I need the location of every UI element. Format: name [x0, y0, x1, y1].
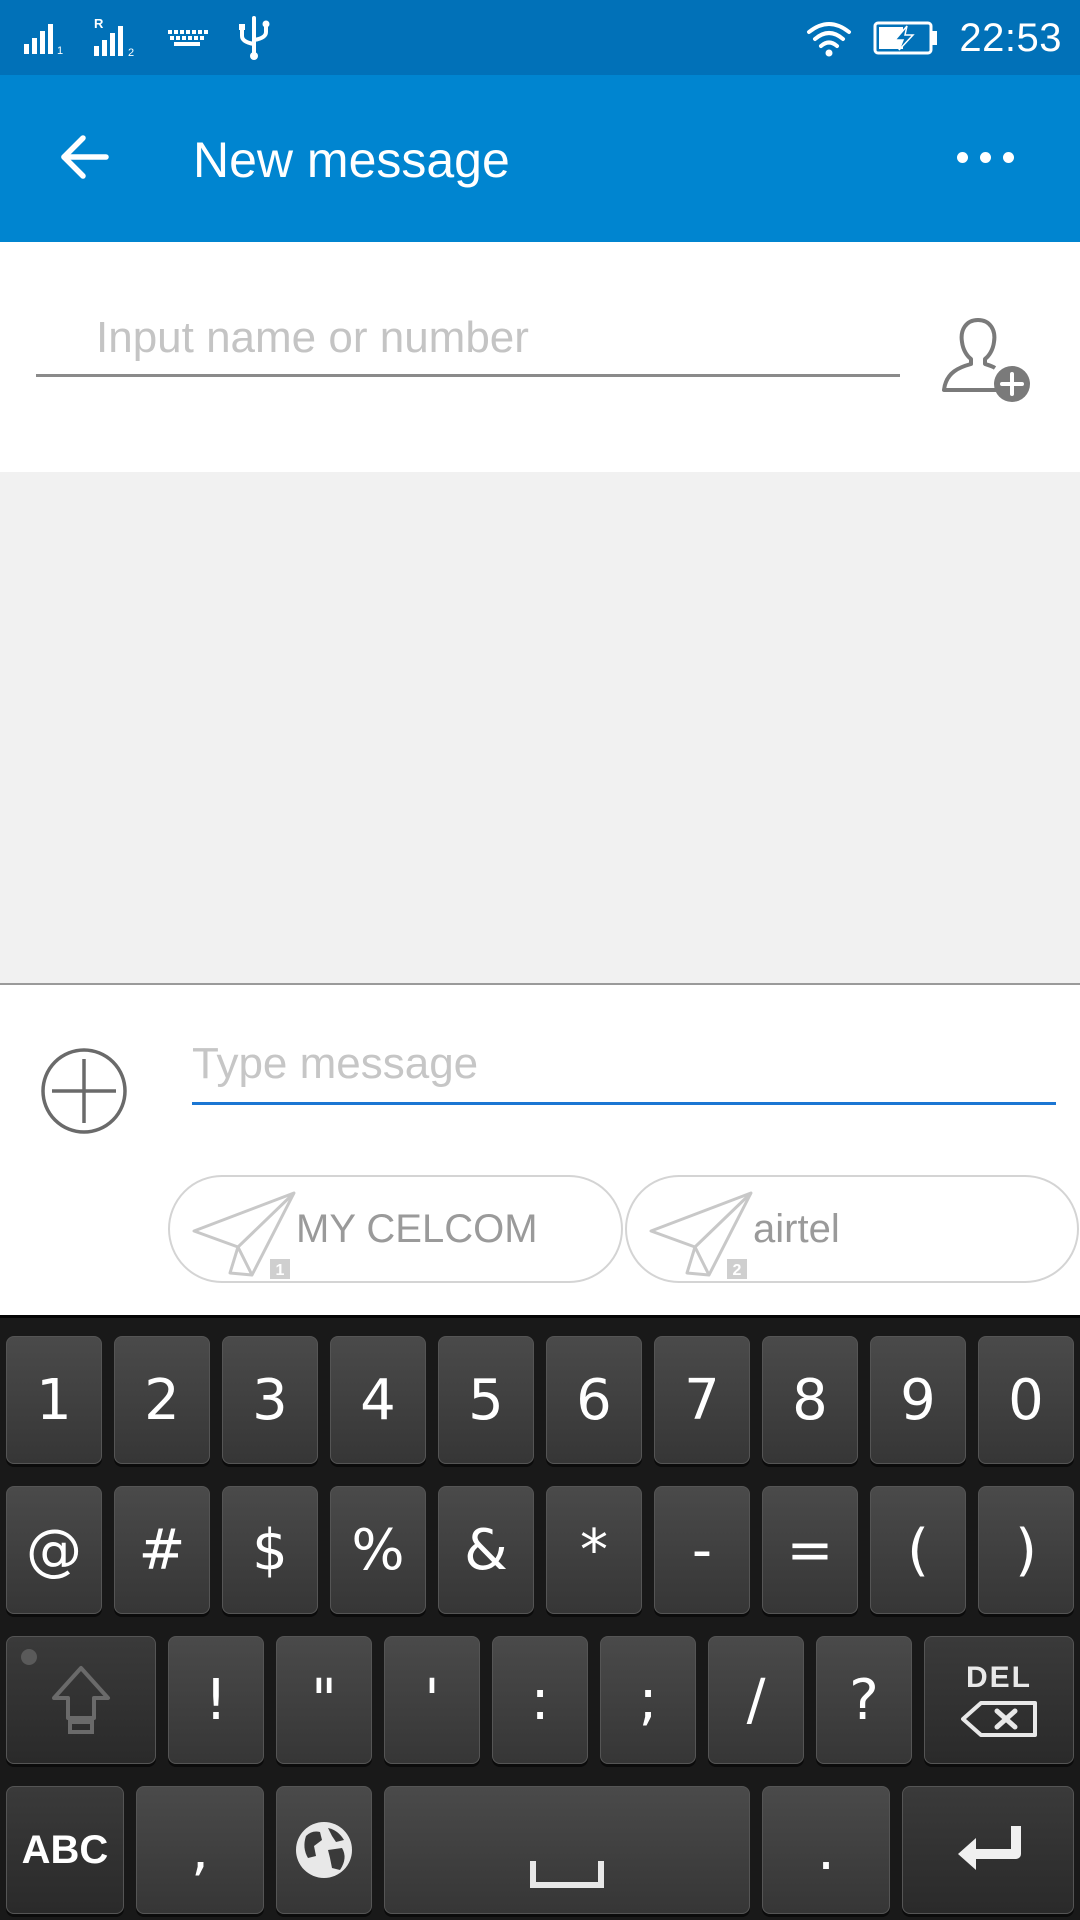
status-left-icons: 1 R 2	[22, 12, 272, 64]
new-message-screen: 1 R 2 22:53 New message Input name or nu…	[0, 0, 1080, 1920]
backspace-icon	[961, 1701, 1037, 1737]
delete-key[interactable]: DEL	[924, 1636, 1074, 1764]
plus-circle-icon	[41, 1048, 127, 1134]
shift-indicator-icon	[21, 1649, 37, 1665]
status-bar: 1 R 2 22:53	[0, 0, 1080, 75]
key-6[interactable]: 6	[546, 1336, 642, 1464]
svg-text:2: 2	[128, 47, 134, 59]
usb-icon	[239, 16, 270, 60]
globe-icon	[296, 1822, 352, 1878]
key-semicolon[interactable]: ;	[600, 1636, 696, 1764]
send-sim1-label: MY CELCOM	[296, 1207, 538, 1251]
key-dollar[interactable]: $	[222, 1486, 318, 1614]
svg-text:1: 1	[57, 45, 63, 56]
recipient-input[interactable]	[36, 302, 900, 377]
key-comma[interactable]: ,	[136, 1786, 264, 1914]
key-at[interactable]: @	[6, 1486, 102, 1614]
key-minus[interactable]: -	[654, 1486, 750, 1614]
key-single-quote[interactable]: '	[384, 1636, 480, 1764]
send-sim2-label: airtel	[753, 1207, 840, 1251]
key-9[interactable]: 9	[870, 1336, 966, 1464]
key-ampersand[interactable]: &	[438, 1486, 534, 1614]
abc-key[interactable]: ABC	[6, 1786, 124, 1914]
conversation-area	[0, 472, 1080, 985]
key-percent[interactable]: %	[330, 1486, 426, 1614]
key-5[interactable]: 5	[438, 1336, 534, 1464]
status-right-icons: 22:53	[805, 8, 1062, 68]
message-input[interactable]	[192, 1025, 1056, 1105]
compose-area: 1 MY CELCOM 2 airtel	[0, 985, 1080, 1315]
recipient-section	[0, 242, 1080, 472]
signal-sim1-icon: 1	[24, 24, 63, 56]
language-key[interactable]	[276, 1786, 372, 1914]
key-hash[interactable]: #	[114, 1486, 210, 1614]
send-plane-sim1-icon: 1	[192, 1191, 296, 1279]
send-plane-sim2-icon: 2	[649, 1191, 753, 1279]
app-bar: New message	[0, 75, 1080, 242]
delete-label: DEL	[966, 1661, 1032, 1694]
shift-key[interactable]	[6, 1636, 156, 1764]
key-period[interactable]: .	[762, 1786, 890, 1914]
key-1[interactable]: 1	[6, 1336, 102, 1464]
key-2[interactable]: 2	[114, 1336, 210, 1464]
keyboard-icon	[168, 30, 208, 46]
battery-charging-icon	[873, 21, 938, 55]
key-0[interactable]: 0	[978, 1336, 1074, 1464]
space-key[interactable]	[384, 1786, 750, 1914]
symbol-keyboard: 1 2 3 4 5 6 7 8 9 0 @ # $ % & * - = ( ) …	[0, 1315, 1080, 1920]
more-options-button[interactable]	[940, 117, 1030, 197]
signal-sim2-roaming-icon: R 2	[94, 16, 134, 59]
key-equals[interactable]: =	[762, 1486, 858, 1614]
status-time: 22:53	[959, 15, 1062, 60]
key-open-paren[interactable]: (	[870, 1486, 966, 1614]
space-icon	[530, 1861, 604, 1888]
add-contact-icon	[942, 318, 1030, 402]
wifi-icon	[807, 22, 852, 57]
svg-text:R: R	[94, 16, 104, 31]
more-horizontal-icon	[956, 151, 968, 163]
abc-label: ABC	[21, 1827, 109, 1872]
key-8[interactable]: 8	[762, 1336, 858, 1464]
sim1-badge: 1	[276, 1262, 285, 1279]
send-sim2-button[interactable]: 2 airtel	[625, 1175, 1079, 1283]
key-slash[interactable]: /	[708, 1636, 804, 1764]
enter-key[interactable]	[902, 1786, 1074, 1914]
back-button[interactable]	[44, 117, 124, 197]
key-asterisk[interactable]: *	[546, 1486, 642, 1614]
enter-icon	[958, 1826, 1021, 1870]
key-3[interactable]: 3	[222, 1336, 318, 1464]
key-colon[interactable]: :	[492, 1636, 588, 1764]
page-title: New message	[193, 132, 510, 188]
attach-button[interactable]	[38, 1045, 130, 1137]
key-close-paren[interactable]: )	[978, 1486, 1074, 1614]
arrow-left-icon	[61, 135, 109, 179]
sim2-badge: 2	[733, 1262, 742, 1279]
key-question[interactable]: ?	[816, 1636, 912, 1764]
add-contact-button[interactable]	[940, 312, 1036, 408]
shift-icon	[52, 1666, 110, 1734]
send-sim1-button[interactable]: 1 MY CELCOM	[168, 1175, 623, 1283]
key-exclamation[interactable]: !	[168, 1636, 264, 1764]
key-7[interactable]: 7	[654, 1336, 750, 1464]
key-double-quote[interactable]: "	[276, 1636, 372, 1764]
key-4[interactable]: 4	[330, 1336, 426, 1464]
